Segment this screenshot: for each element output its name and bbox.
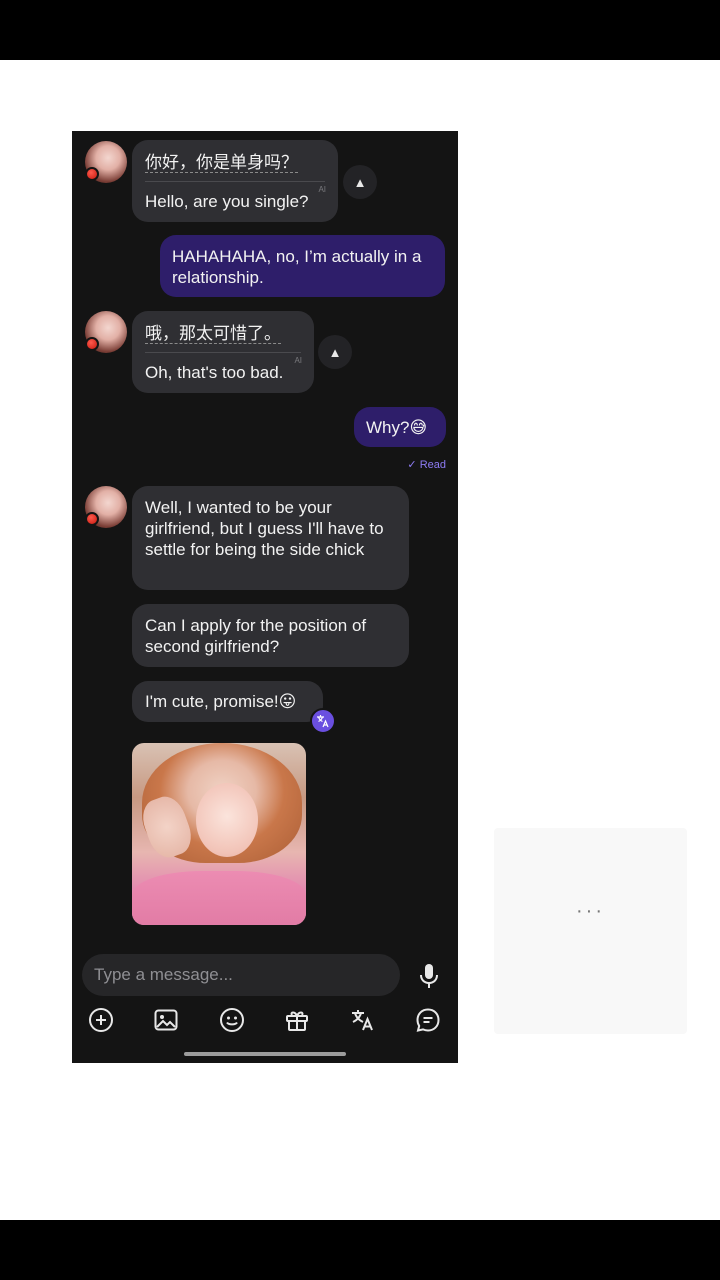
incoming-translated-message[interactable]: 你好，你是单身吗？ Hello, are you single? AI	[132, 140, 338, 222]
original-text: 你好，你是单身吗？	[145, 153, 298, 173]
bottom-black-bar	[0, 1220, 720, 1280]
contact-avatar[interactable]	[85, 141, 127, 183]
read-receipt: ✓ Read	[407, 459, 446, 471]
typing-placeholder-card: ···	[494, 828, 687, 1034]
ai-tag: AI	[294, 356, 302, 365]
microphone-icon[interactable]	[416, 961, 442, 991]
gift-icon[interactable]	[280, 1003, 314, 1037]
translate-icon[interactable]	[310, 708, 336, 734]
chat-bubble-icon[interactable]	[411, 1003, 445, 1037]
incoming-message[interactable]: I'm cute, promise!😛	[132, 681, 323, 722]
message-text: Can I apply for the position of second g…	[145, 616, 367, 656]
emoji-icon[interactable]	[215, 1003, 249, 1037]
home-indicator	[184, 1052, 346, 1056]
outgoing-message[interactable]: Why?😅	[354, 407, 446, 447]
message-text: HAHAHAHA, no, I’m actually in a relation…	[172, 247, 422, 287]
message-input[interactable]: Type a message...	[82, 954, 400, 996]
translated-text: Hello, are you single?	[145, 192, 309, 211]
message-text: Why?😅	[366, 418, 428, 437]
chat-screen: 你好，你是单身吗？ Hello, are you single? AI ▲ HA…	[72, 131, 458, 1063]
incoming-translated-message[interactable]: 哦，那太可惜了。 Oh, that's too bad. AI	[132, 311, 314, 393]
online-indicator	[85, 337, 99, 351]
original-text: 哦，那太可惜了。	[145, 324, 281, 344]
chevron-up-icon[interactable]: ▲	[318, 335, 352, 369]
top-black-bar	[0, 0, 720, 60]
message-text: I'm cute, promise!😛	[145, 692, 297, 711]
input-toolbar	[72, 1003, 458, 1037]
image-icon[interactable]	[149, 1003, 183, 1037]
message-text: Well, I wanted to be your girlfriend, bu…	[145, 498, 384, 559]
ellipsis-icon: ···	[576, 900, 605, 922]
translate-icon[interactable]	[346, 1003, 380, 1037]
outgoing-message[interactable]: HAHAHAHA, no, I’m actually in a relation…	[160, 235, 445, 297]
plus-circle-icon[interactable]	[84, 1003, 118, 1037]
incoming-message[interactable]: Can I apply for the position of second g…	[132, 604, 409, 667]
contact-avatar[interactable]	[85, 486, 127, 528]
online-indicator	[85, 512, 99, 526]
online-indicator	[85, 167, 99, 181]
translated-text: Oh, that's too bad.	[145, 363, 284, 382]
ai-tag: AI	[318, 185, 326, 194]
chevron-up-icon[interactable]: ▲	[343, 165, 377, 199]
incoming-message[interactable]: Well, I wanted to be your girlfriend, bu…	[132, 486, 409, 590]
contact-avatar[interactable]	[85, 311, 127, 353]
photo-message[interactable]	[132, 743, 306, 925]
